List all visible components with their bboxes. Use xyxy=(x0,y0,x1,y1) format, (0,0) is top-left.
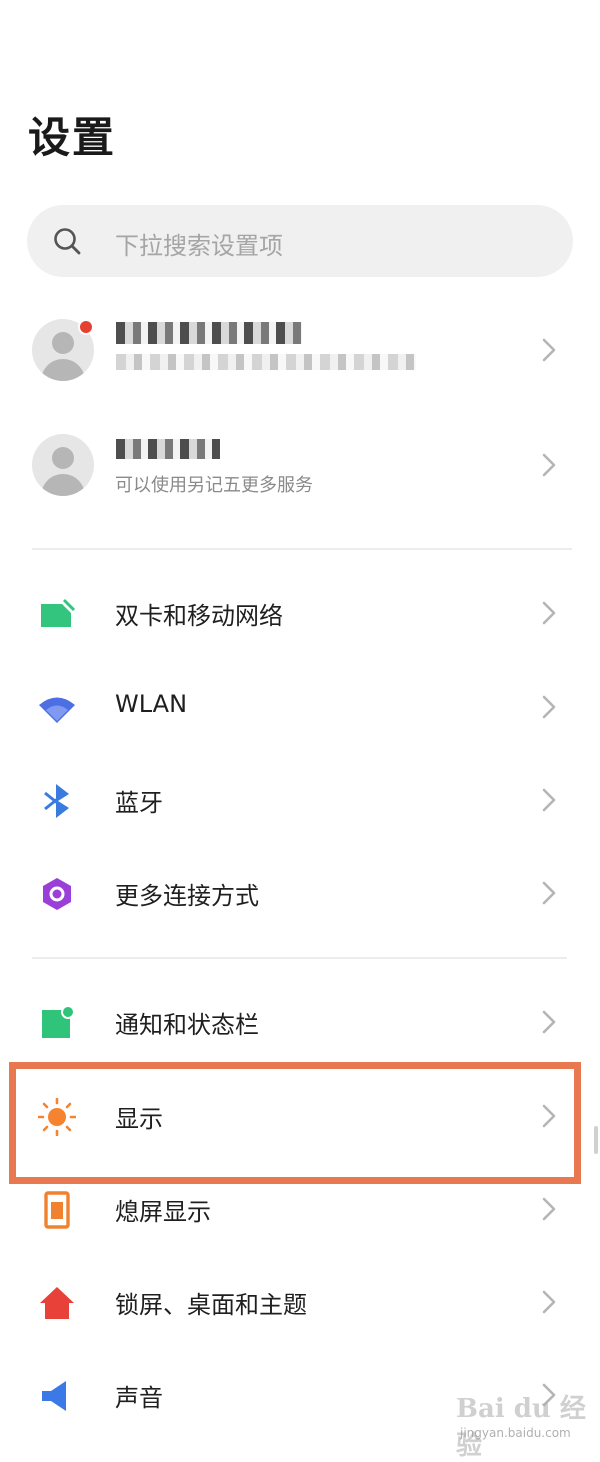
account-detail-redacted xyxy=(116,354,416,370)
settings-item-bluetooth[interactable]: 蓝牙 xyxy=(0,754,600,846)
chevron-right-icon xyxy=(542,695,556,719)
search-placeholder: 下拉搜索设置项 xyxy=(115,232,283,260)
settings-item-wlan[interactable]: WLAN xyxy=(0,661,600,753)
speaker-icon xyxy=(42,1381,66,1411)
settings-item-label: 锁屏、桌面和主题 xyxy=(115,1291,307,1319)
settings-item-label: 熄屏显示 xyxy=(115,1198,211,1226)
settings-item-label: WLAN xyxy=(115,690,188,718)
account-subtitle: 可以使用另记五更多服务 xyxy=(115,475,313,496)
settings-item-label: 通知和状态栏 xyxy=(115,1011,259,1039)
account-name-redacted xyxy=(116,439,220,459)
chevron-right-icon xyxy=(542,601,556,625)
bluetooth-icon xyxy=(44,784,69,818)
chevron-right-icon xyxy=(542,1197,556,1221)
settings-item-more-connections[interactable]: 更多连接方式 xyxy=(0,847,600,939)
connection-hexagon-icon xyxy=(43,878,71,910)
search-icon xyxy=(54,228,81,255)
settings-item-label: 蓝牙 xyxy=(115,789,163,817)
settings-item-notifications[interactable]: 通知和状态栏 xyxy=(0,976,600,1068)
watermark: Bai du 经验 jingyan.baidu.com xyxy=(456,1388,596,1461)
watermark-url: jingyan.baidu.com xyxy=(460,1426,571,1440)
chevron-right-icon xyxy=(542,338,556,362)
scrollbar-thumb[interactable] xyxy=(594,1126,598,1154)
notification-dot xyxy=(78,319,94,335)
account-name-redacted xyxy=(116,322,302,344)
chevron-right-icon xyxy=(542,1010,556,1034)
watermark-brand: Bai du 经验 xyxy=(456,1394,586,1461)
notification-icon xyxy=(42,1005,75,1038)
section-divider xyxy=(32,957,567,959)
settings-item-label: 声音 xyxy=(115,1384,163,1412)
section-divider xyxy=(32,548,572,550)
search-bar[interactable]: 下拉搜索设置项 xyxy=(27,205,573,277)
settings-item-lockscreen-theme[interactable]: 锁屏、桌面和主题 xyxy=(0,1256,600,1348)
settings-item-label: 双卡和移动网络 xyxy=(115,602,283,630)
account-primary[interactable] xyxy=(0,300,600,400)
page-title: 设置 xyxy=(28,113,117,162)
account-secondary[interactable]: 可以使用另记五更多服务 xyxy=(0,415,600,515)
settings-item-label: 更多连接方式 xyxy=(115,882,259,910)
chevron-right-icon xyxy=(542,881,556,905)
home-icon xyxy=(40,1287,74,1319)
chevron-right-icon xyxy=(542,1290,556,1314)
settings-item-dual-sim[interactable]: 双卡和移动网络 xyxy=(0,567,600,659)
avatar xyxy=(32,434,94,496)
chevron-right-icon xyxy=(542,453,556,477)
phone-screen-icon xyxy=(44,1191,70,1229)
wifi-icon xyxy=(39,697,75,723)
sim-card-icon xyxy=(41,598,76,627)
highlight-box xyxy=(9,1062,581,1184)
chevron-right-icon xyxy=(542,788,556,812)
